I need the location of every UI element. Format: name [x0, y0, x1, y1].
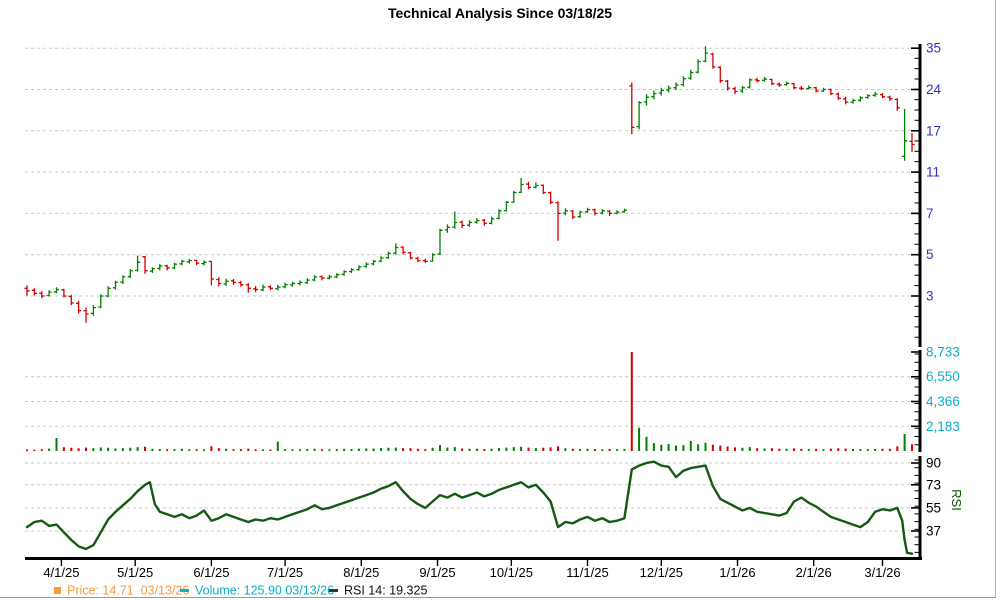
price-swatch-icon	[54, 587, 61, 594]
legend-price-label: Price: 14.71	[67, 584, 134, 598]
svg-text:35: 35	[926, 41, 941, 56]
svg-text:3: 3	[926, 289, 934, 304]
svg-text:2,183: 2,183	[926, 419, 960, 434]
svg-text:90: 90	[926, 456, 941, 471]
svg-text:7/1/25: 7/1/25	[267, 565, 303, 580]
svg-text:6,550: 6,550	[926, 369, 960, 384]
svg-text:11/1/25: 11/1/25	[566, 565, 608, 580]
svg-text:3/1/26: 3/1/26	[864, 565, 900, 580]
svg-text:17: 17	[926, 123, 941, 138]
svg-text:10/1/25: 10/1/25	[490, 565, 533, 580]
svg-text:5/1/25: 5/1/25	[117, 565, 153, 580]
chart-svg: 357111724352,1834,3666,5508,73337557390R…	[0, 0, 1000, 600]
svg-text:8,733: 8,733	[926, 345, 960, 360]
svg-text:55: 55	[926, 500, 941, 515]
gridlines	[25, 48, 918, 531]
volume-axis: 2,183 4,366 6,550 8,733	[911, 345, 960, 453]
legend-item-rsi: RSI 14: 19.325	[329, 583, 427, 598]
price-axis: 35711172435	[911, 41, 942, 347]
svg-text:12/1/25: 12/1/25	[640, 565, 683, 580]
rsi-axis: 37 55 73 90	[911, 456, 941, 559]
rsi-dash-icon	[329, 589, 338, 592]
legend-item-price: Price: 14.71 03/13/26	[54, 583, 189, 598]
svg-text:9/1/25: 9/1/25	[419, 565, 455, 580]
svg-text:6/1/25: 6/1/25	[193, 565, 229, 580]
legend-rsi-label: RSI 14: 19.325	[344, 584, 427, 598]
price-bars-down	[24, 53, 914, 323]
svg-text:2/1/26: 2/1/26	[796, 565, 832, 580]
legend-volume-label: Volume: 125.90	[195, 584, 282, 598]
svg-text:7: 7	[926, 206, 934, 221]
frame-bottom-border	[0, 597, 996, 598]
svg-text:37: 37	[926, 523, 941, 538]
svg-text:73: 73	[926, 477, 941, 492]
svg-text:8/1/25: 8/1/25	[343, 565, 379, 580]
svg-text:1/1/26: 1/1/26	[719, 565, 755, 580]
x-axis: 4/1/25 5/1/25 6/1/25 7/1/25 8/1/25 9/1/25 10/1…	[25, 559, 922, 581]
svg-text:5: 5	[926, 247, 934, 262]
rsi-side-label: RSI	[949, 489, 964, 511]
legend-item-volume: Volume: 125.90 03/13/26	[180, 583, 334, 598]
svg-text:11: 11	[926, 165, 940, 180]
svg-text:4/1/25: 4/1/25	[43, 565, 79, 580]
legend-volume-date: 03/13/26	[285, 584, 334, 598]
volume-bars-up	[49, 428, 905, 451]
frame-right-border	[995, 0, 996, 598]
technical-analysis-chart: Technical Analysis Since 03/18/25 357111…	[0, 0, 1000, 600]
svg-text:24: 24	[926, 82, 942, 97]
volume-dash-icon	[180, 589, 189, 592]
price-bars-up	[47, 46, 908, 315]
price-bars	[24, 46, 914, 323]
svg-text:4,366: 4,366	[926, 394, 960, 409]
